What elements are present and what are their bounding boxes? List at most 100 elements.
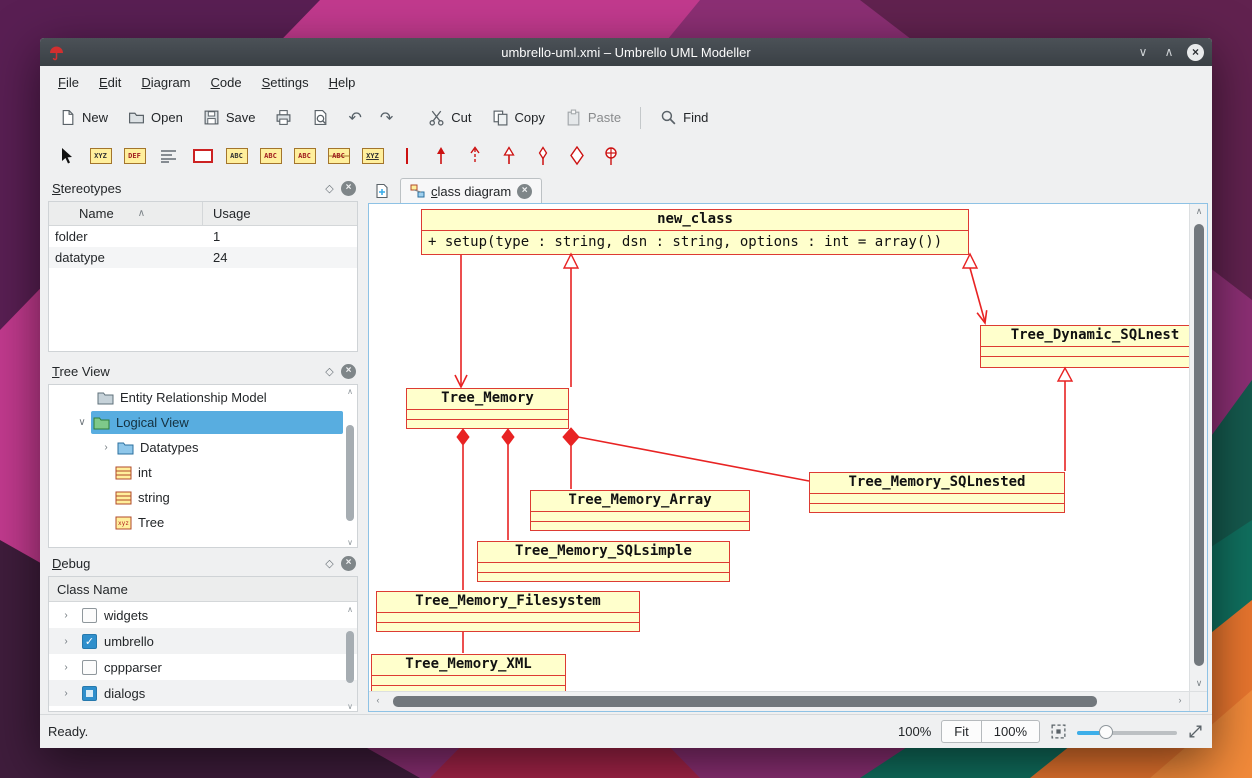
canvas-vertical-scrollbar[interactable]: ∧ ∨ xyxy=(1189,204,1207,691)
uml-class-tree-memory-filesystem[interactable]: Tree_Memory_Filesystem xyxy=(376,591,640,632)
dependency-tool[interactable] xyxy=(462,143,487,169)
scroll-down-icon[interactable]: ∨ xyxy=(1190,678,1208,689)
scroll-up-icon[interactable]: ∧ xyxy=(345,605,355,614)
enum-tool[interactable]: ABC xyxy=(326,143,351,169)
stereotype-row-datatype[interactable]: datatype 24 xyxy=(49,247,357,268)
debug-dock-titlebar[interactable]: Debug ◇ × xyxy=(46,552,362,574)
scroll-up-icon[interactable]: ∧ xyxy=(345,387,355,396)
debug-row-umbrello[interactable]: › ✓ umbrello xyxy=(49,628,357,654)
object-tool[interactable]: XYZ xyxy=(360,143,385,169)
new-button[interactable]: New xyxy=(52,105,115,130)
fit-button[interactable]: Fit xyxy=(941,720,980,743)
generalization-tool[interactable] xyxy=(496,143,521,169)
tree-scrollbar[interactable]: ∧ ∨ xyxy=(345,387,355,547)
uml-class-tree-memory-sqlsimple[interactable]: Tree_Memory_SQLsimple xyxy=(477,541,730,582)
note-tool[interactable]: ABC xyxy=(224,143,249,169)
expander-open-icon[interactable]: ∨ xyxy=(73,417,91,428)
debug-row-dialogs[interactable]: › dialogs xyxy=(49,680,357,706)
tree-item-entity-relationship-model[interactable]: Entity Relationship Model xyxy=(49,385,357,410)
redo-button[interactable]: ↷ xyxy=(374,106,399,130)
interface-tool[interactable]: DEF xyxy=(122,143,147,169)
menu-edit[interactable]: Edit xyxy=(89,70,131,95)
debug-scrollbar[interactable]: ∧ ∨ xyxy=(345,605,355,711)
menu-file[interactable]: File xyxy=(48,70,89,95)
select-tool[interactable] xyxy=(54,143,79,169)
maximize-icon[interactable]: ∧ xyxy=(1161,45,1177,59)
float-dock-icon[interactable]: ◇ xyxy=(322,365,337,378)
menu-diagram[interactable]: Diagram xyxy=(131,70,200,95)
expand-view-icon[interactable] xyxy=(1187,723,1204,740)
save-button[interactable]: Save xyxy=(196,105,263,130)
scroll-down-icon[interactable]: ∨ xyxy=(345,538,355,547)
menu-code[interactable]: Code xyxy=(201,70,252,95)
tree-item-tree[interactable]: xyz Tree xyxy=(49,510,357,535)
stereotype-row-folder[interactable]: folder 1 xyxy=(49,226,357,247)
expander-closed-icon[interactable]: › xyxy=(57,610,75,621)
print-button[interactable] xyxy=(268,105,299,130)
copy-button[interactable]: Copy xyxy=(485,105,552,130)
tree-item-string[interactable]: string xyxy=(49,485,357,510)
debug-row-cppparser[interactable]: › cppparser xyxy=(49,654,357,680)
zoom-slider[interactable] xyxy=(1077,724,1177,740)
containment-tool[interactable] xyxy=(598,143,623,169)
cut-button[interactable]: Cut xyxy=(421,105,478,130)
text-tool[interactable] xyxy=(156,143,181,169)
aggregation-tool[interactable] xyxy=(530,143,555,169)
datatype-tool[interactable]: ABC xyxy=(292,143,317,169)
tab-class-diagram[interactable]: class diagram × xyxy=(400,178,542,203)
close-icon[interactable]: × xyxy=(1187,44,1204,61)
scroll-left-icon[interactable]: ‹ xyxy=(369,695,387,705)
debug-row-widgets[interactable]: › widgets xyxy=(49,602,357,628)
tree-item-datatypes[interactable]: › Datatypes xyxy=(49,435,357,460)
uml-class-tree-memory-xml[interactable]: Tree_Memory_XML xyxy=(371,654,566,691)
uml-class-new-class[interactable]: new_class + setup(type : string, dsn : s… xyxy=(421,209,969,255)
titlebar[interactable]: umbrello-uml.xmi – Umbrello UML Modeller… xyxy=(40,38,1212,66)
undo-button[interactable]: ↶ xyxy=(342,106,367,130)
find-button[interactable]: Find xyxy=(653,105,715,130)
tree-item-int[interactable]: int xyxy=(49,460,357,485)
uml-class-tree-memory-sqlnested[interactable]: Tree_Memory_SQLnested xyxy=(809,472,1065,513)
expander-closed-icon[interactable]: › xyxy=(57,662,75,673)
zoom-100-button[interactable]: 100% xyxy=(981,720,1040,743)
scroll-down-icon[interactable]: ∨ xyxy=(345,702,355,711)
scroll-up-icon[interactable]: ∧ xyxy=(1190,206,1208,217)
float-dock-icon[interactable]: ◇ xyxy=(322,182,337,195)
uml-class-tree-memory[interactable]: Tree_Memory xyxy=(406,388,569,429)
menu-settings[interactable]: Settings xyxy=(252,70,319,95)
label-tool[interactable]: ABC xyxy=(258,143,283,169)
slider-handle[interactable] xyxy=(1099,725,1113,739)
debug-scrollbar-handle[interactable] xyxy=(346,631,354,683)
horizontal-scrollbar-handle[interactable] xyxy=(393,696,1097,707)
tree-view-dock-titlebar[interactable]: Tree View ◇ × xyxy=(46,360,362,382)
expander-closed-icon[interactable]: › xyxy=(57,636,75,647)
new-tab-button[interactable] xyxy=(372,181,392,201)
close-dock-icon[interactable]: × xyxy=(341,556,356,571)
open-button[interactable]: Open xyxy=(121,105,190,130)
association-tool[interactable] xyxy=(394,143,419,169)
uml-class-tree-dynamic-sqlnest[interactable]: Tree_Dynamic_SQLnest xyxy=(980,325,1189,368)
vertical-scrollbar-handle[interactable] xyxy=(1194,224,1204,666)
close-dock-icon[interactable]: × xyxy=(341,364,356,379)
zoom-fit-page-icon[interactable] xyxy=(1050,723,1067,740)
float-dock-icon[interactable]: ◇ xyxy=(322,557,337,570)
column-header-name[interactable]: Name ∧ xyxy=(49,202,203,225)
menu-help[interactable]: Help xyxy=(319,70,366,95)
composition-tool[interactable] xyxy=(564,143,589,169)
widgets-checkbox[interactable] xyxy=(82,608,97,623)
umbrello-checkbox[interactable]: ✓ xyxy=(82,634,97,649)
cppparser-checkbox[interactable] xyxy=(82,660,97,675)
print-preview-button[interactable] xyxy=(305,105,336,130)
stereotypes-dock-titlebar[interactable]: Stereotypes ◇ × xyxy=(46,177,362,199)
box-tool[interactable] xyxy=(190,143,215,169)
shade-icon[interactable]: ∨ xyxy=(1135,45,1151,59)
uml-class-tree-memory-array[interactable]: Tree_Memory_Array xyxy=(530,490,750,531)
tree-scrollbar-handle[interactable] xyxy=(346,425,354,521)
dialogs-checkbox[interactable] xyxy=(82,686,97,701)
column-header-usage[interactable]: Usage xyxy=(203,202,357,225)
expander-closed-icon[interactable]: › xyxy=(57,688,75,699)
scroll-right-icon[interactable]: › xyxy=(1171,695,1189,705)
paste-button[interactable]: Paste xyxy=(558,105,628,130)
tab-close-icon[interactable]: × xyxy=(517,184,532,199)
expander-closed-icon[interactable]: › xyxy=(97,442,115,453)
tree-item-logical-view[interactable]: ∨ Logical View xyxy=(49,410,357,435)
